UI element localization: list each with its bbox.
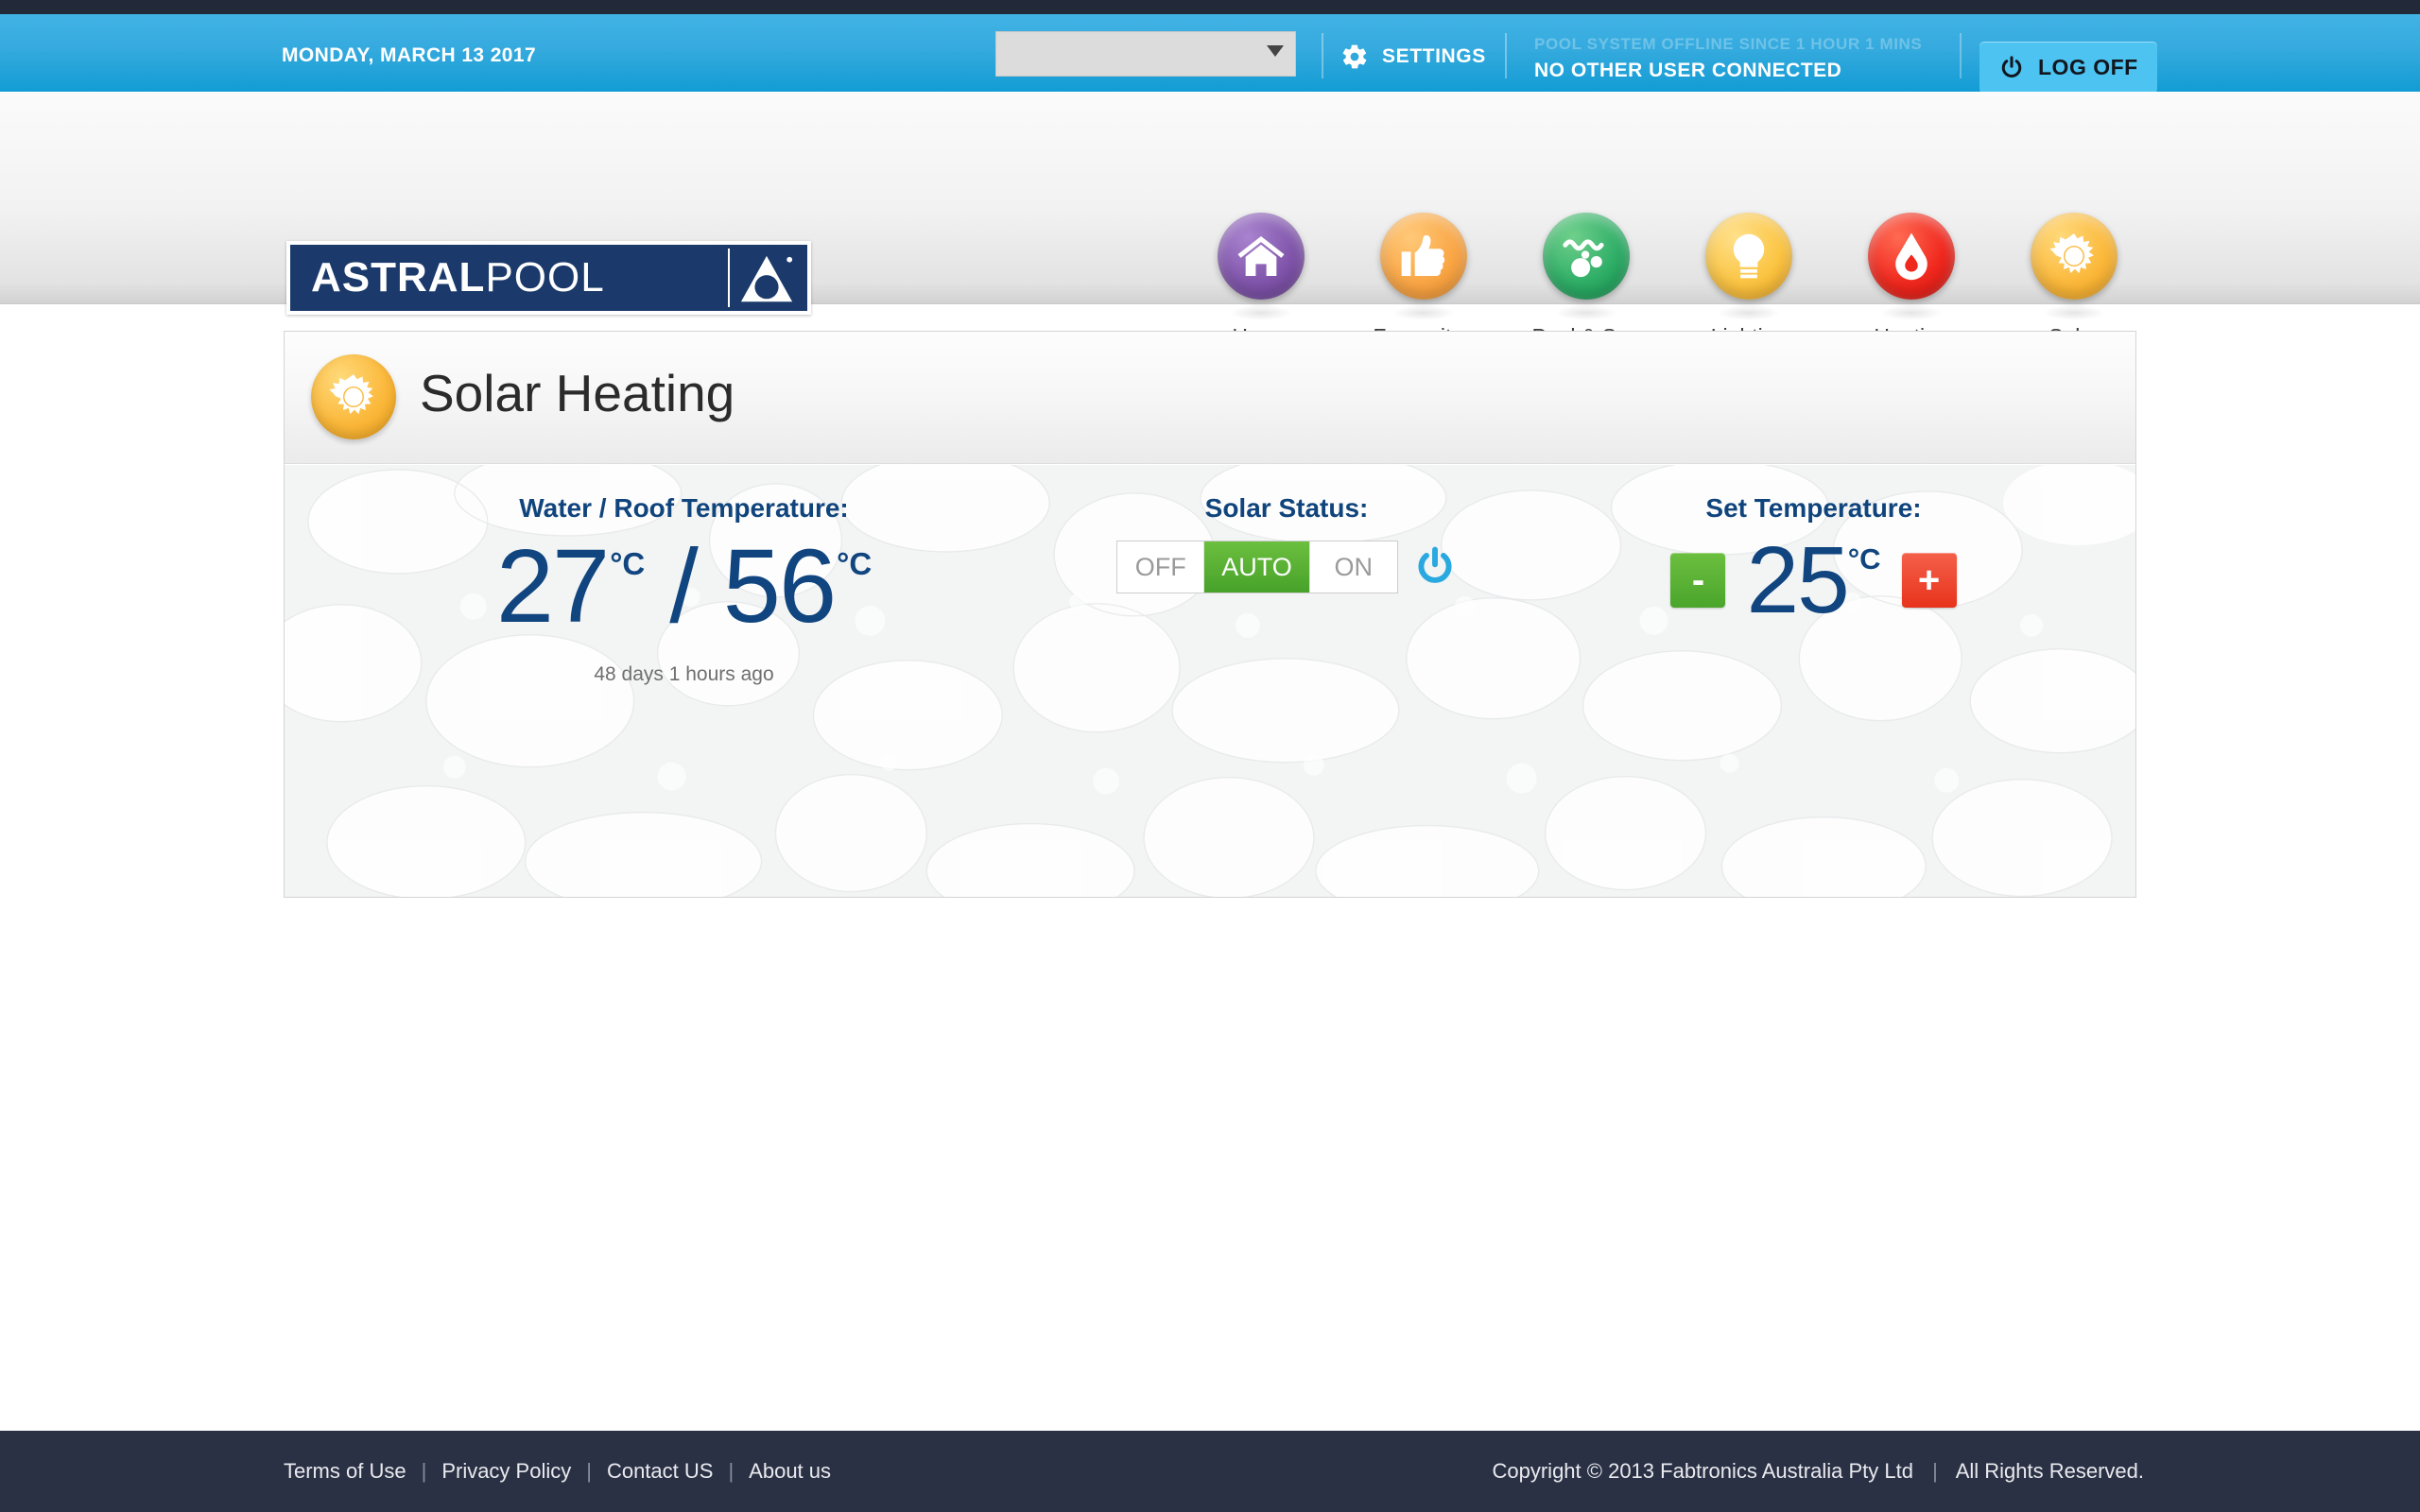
solar-status-section: Solar Status: OFF AUTO ON bbox=[1083, 493, 1490, 593]
set-temperature-unit: °C bbox=[1847, 542, 1881, 576]
solar-status-option-on[interactable]: ON bbox=[1309, 541, 1397, 593]
power-icon bbox=[1998, 55, 2025, 81]
panel-header: Solar Heating bbox=[285, 332, 2135, 464]
roof-temp-unit: °C bbox=[837, 546, 873, 581]
logo-light-text: POOL bbox=[485, 254, 605, 301]
main-nav: Home Favourites Pool & Spa bbox=[1180, 213, 2155, 350]
lightbulb-icon bbox=[1705, 213, 1792, 320]
water-roof-temperature-section: Water / Roof Temperature: 27 °C / 56 °C … bbox=[285, 493, 1083, 686]
divider bbox=[1960, 33, 1962, 78]
logoff-button[interactable]: LOG OFF bbox=[1979, 42, 2157, 94]
increment-temperature-button[interactable]: + bbox=[1901, 553, 1957, 608]
nav-item-heating[interactable]: Heating bbox=[1830, 213, 1993, 350]
readout-separator: / bbox=[669, 528, 699, 644]
page-title: Solar Heating bbox=[420, 364, 735, 422]
solar-status-segmented-control: OFF AUTO ON bbox=[1116, 541, 1398, 593]
site-footer: Terms of Use | Privacy Policy | Contact … bbox=[0, 1431, 2420, 1512]
chevron-down-icon bbox=[1267, 45, 1284, 57]
footer-link-terms[interactable]: Terms of Use bbox=[284, 1459, 406, 1484]
nav-item-home[interactable]: Home bbox=[1180, 213, 1342, 350]
footer-separator: | bbox=[586, 1459, 592, 1483]
footer-copyright: Copyright © 2013 Fabtronics Australia Pt… bbox=[1493, 1459, 2145, 1484]
divider bbox=[1322, 33, 1323, 78]
nav-item-favourites[interactable]: Favourites bbox=[1342, 213, 1505, 350]
nav-item-lighting[interactable]: Lighting bbox=[1668, 213, 1830, 350]
flame-drop-icon bbox=[1868, 213, 1955, 320]
footer-links: Terms of Use | Privacy Policy | Contact … bbox=[284, 1459, 831, 1484]
triangle-droplet-icon bbox=[739, 252, 794, 307]
logoff-label: LOG OFF bbox=[2038, 55, 2138, 79]
divider bbox=[1505, 33, 1507, 78]
footer-link-contact[interactable]: Contact US bbox=[607, 1459, 714, 1484]
connection-status: NO OTHER USER CONNECTED bbox=[1534, 60, 1842, 81]
footer-link-privacy[interactable]: Privacy Policy bbox=[441, 1459, 571, 1484]
solar-status-option-off[interactable]: OFF bbox=[1117, 541, 1205, 593]
site-header: ASTRALPOOL Home Favourites bbox=[0, 92, 2420, 349]
water-roof-label: Water / Roof Temperature: bbox=[519, 493, 849, 523]
settings-button[interactable]: SETTINGS bbox=[1340, 43, 1486, 71]
set-temperature-value: 25 bbox=[1746, 527, 1849, 633]
logo-bold-text: ASTRAL bbox=[311, 254, 486, 301]
copyright-text: Copyright © 2013 Fabtronics Australia Pt… bbox=[1492, 1459, 1913, 1483]
footer-separator: | bbox=[728, 1459, 735, 1483]
astralpool-logo[interactable]: ASTRALPOOL bbox=[286, 241, 811, 315]
water-temp-value: 27 bbox=[495, 528, 610, 644]
nav-item-solar[interactable]: Solar bbox=[1993, 213, 2155, 350]
water-roof-readout: 27 °C / 56 °C bbox=[285, 535, 1083, 639]
set-temperature-section: Set Temperature: - 25 °C + bbox=[1490, 493, 2135, 627]
thumbs-up-icon bbox=[1380, 213, 1467, 320]
solar-status-controls: OFF AUTO ON bbox=[1083, 541, 1490, 593]
solar-status-option-auto[interactable]: AUTO bbox=[1204, 541, 1310, 593]
current-date: MONDAY, MARCH 13 2017 bbox=[282, 44, 537, 66]
decrement-temperature-button[interactable]: - bbox=[1670, 553, 1726, 608]
roof-temp-value: 56 bbox=[722, 528, 837, 644]
power-icon[interactable] bbox=[1413, 545, 1457, 589]
solar-heating-panel: Solar Heating Water / Roof Temperature: … bbox=[284, 331, 2136, 898]
settings-label: SETTINGS bbox=[1382, 45, 1486, 67]
set-temperature-controls: - 25 °C + bbox=[1490, 533, 2135, 627]
panel-body: Water / Roof Temperature: 27 °C / 56 °C … bbox=[285, 465, 2135, 897]
sun-icon bbox=[2031, 213, 2118, 320]
pool-bubbles-icon bbox=[1543, 213, 1630, 320]
footer-separator: | bbox=[421, 1459, 427, 1483]
set-temperature-label: Set Temperature: bbox=[1705, 493, 1922, 523]
offline-notice: POOL SYSTEM OFFLINE SINCE 1 HOUR 1 MINS bbox=[1534, 35, 1923, 53]
water-temp-unit: °C bbox=[610, 546, 646, 581]
solar-status-label: Solar Status: bbox=[1204, 493, 1369, 523]
rights-text: All Rights Reserved. bbox=[1955, 1459, 2144, 1483]
nav-item-pool-spa[interactable]: Pool & Spa bbox=[1505, 213, 1668, 350]
last-updated-text: 48 days 1 hours ago bbox=[594, 663, 774, 685]
set-temperature-readout: 25 °C bbox=[1746, 533, 1880, 627]
top-dark-strip bbox=[0, 0, 2420, 14]
house-icon bbox=[1218, 213, 1305, 320]
footer-link-about[interactable]: About us bbox=[749, 1459, 831, 1484]
gear-icon bbox=[1340, 43, 1369, 71]
site-select[interactable] bbox=[995, 31, 1296, 77]
sun-icon bbox=[311, 354, 396, 439]
logo-divider bbox=[728, 249, 730, 307]
utility-bar: MONDAY, MARCH 13 2017 SETTINGS POOL SYST… bbox=[0, 14, 2420, 94]
footer-separator: | bbox=[1932, 1459, 1938, 1483]
